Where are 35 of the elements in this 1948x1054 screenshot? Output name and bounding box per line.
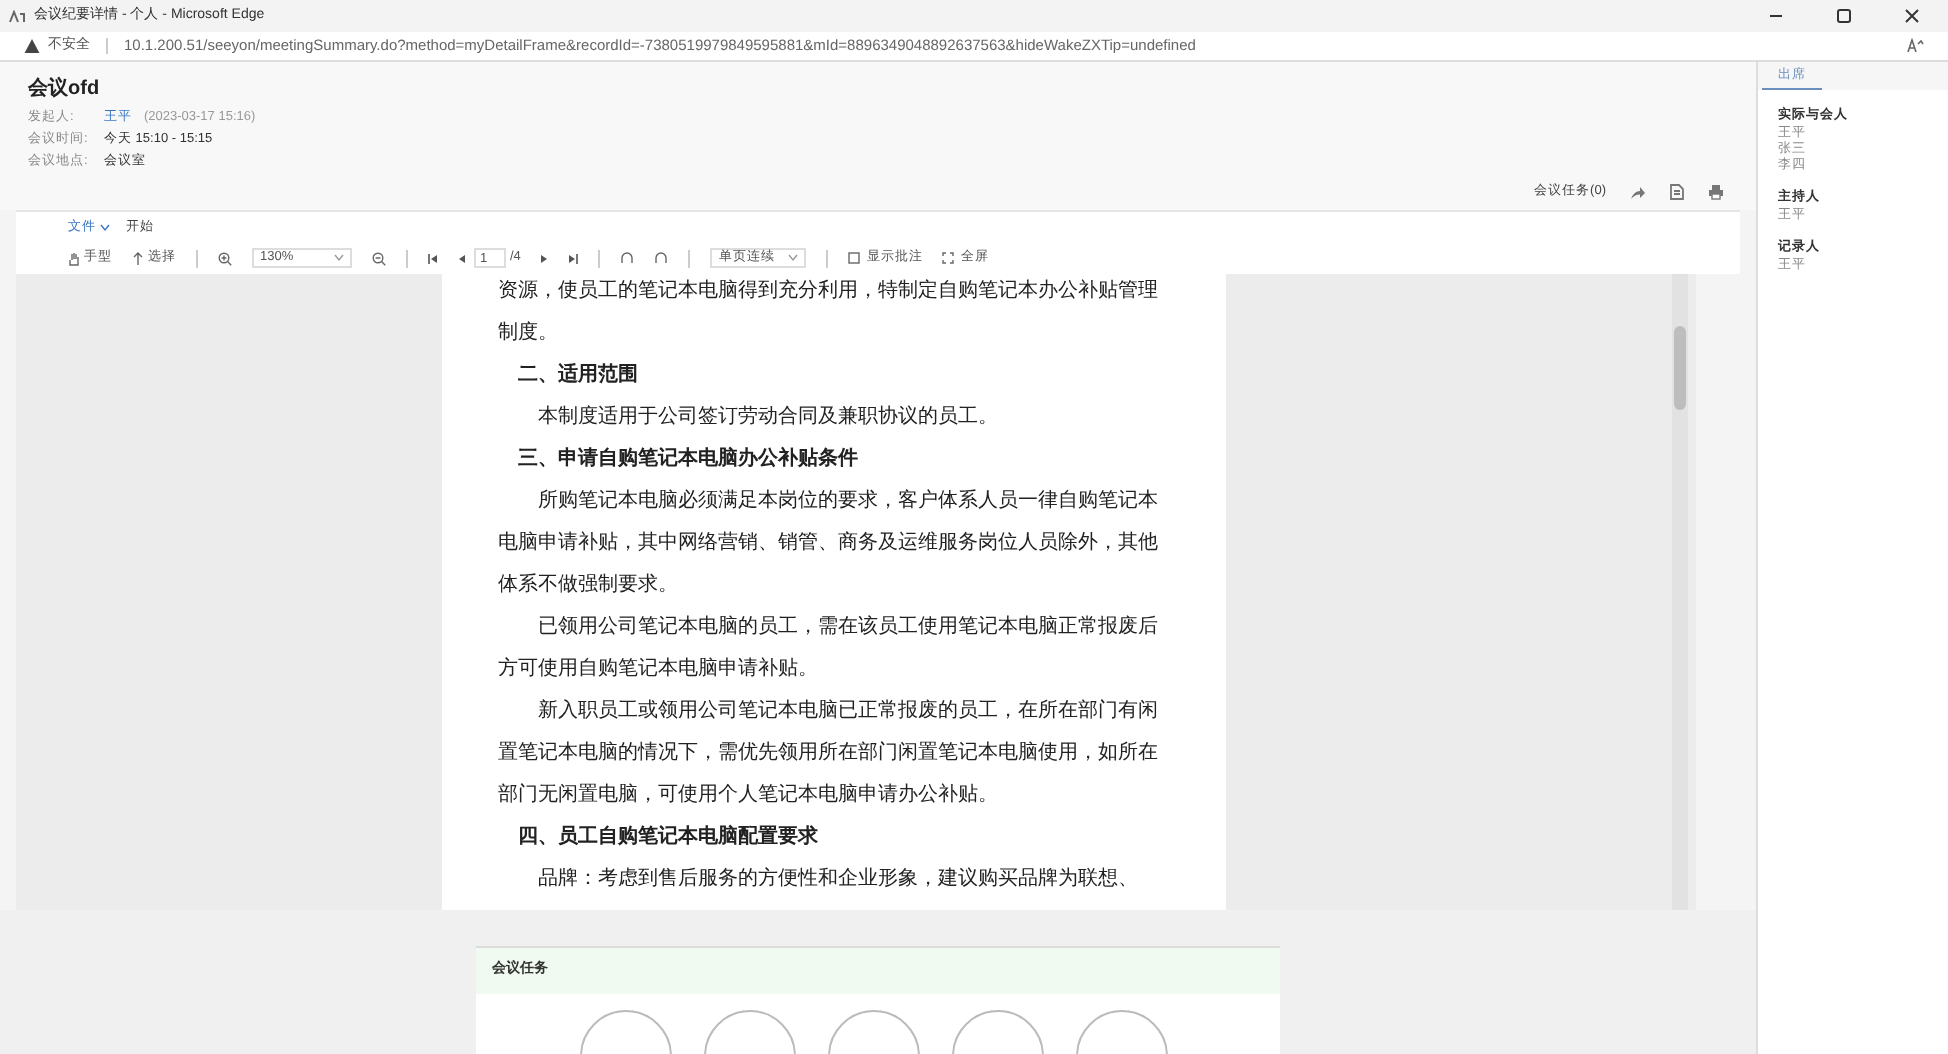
- last-page-icon[interactable]: [568, 253, 579, 263]
- paragraph: 新入职员工或领用公司笔记本电脑已正常报废的员工，在所在部门有闲置笔记本电脑的情况下，需优先领用所在部门闲置笔记本电脑使用，如所在部门无闲置电脑，可使用个人笔记本电脑申请办公补贴。: [498, 697, 1160, 810]
- hand-icon: [68, 251, 80, 265]
- close-icon[interactable]: [1904, 8, 1920, 24]
- section-heading: 四、员工自购笔记本电脑配置要求: [516, 822, 820, 852]
- section-heading: 二、适用范围: [516, 361, 640, 390]
- warning-icon: [24, 38, 40, 54]
- paragraph: 已领用公司笔记本电脑的员工，需在该员工使用笔记本电脑正常报废后方可使用自购笔记本电脑申请补贴。: [498, 613, 1160, 684]
- rotate-left-icon[interactable]: [620, 252, 635, 264]
- comment-icon: [848, 252, 861, 264]
- app-icon: [8, 9, 26, 23]
- chevron-down-icon: [334, 254, 344, 262]
- fullscreen-icon: [942, 252, 955, 264]
- share-icon[interactable]: [1630, 185, 1646, 200]
- document-icon[interactable]: [1670, 184, 1684, 201]
- read-aloud-icon[interactable]: [1906, 38, 1924, 54]
- meeting-title: 会议ofd: [28, 75, 102, 104]
- scrollbar-thumb[interactable]: [1674, 326, 1686, 410]
- print-icon[interactable]: [1708, 184, 1724, 201]
- rotate-right-icon[interactable]: [654, 252, 669, 264]
- first-page-icon[interactable]: [428, 253, 438, 263]
- paragraph: 所购笔记本电脑必须满足本岗位的要求，客户体系人员一律自购笔记本电脑申请补贴，其中网络营销、销管、商务及运维服务岗位人员除外，其他体系不做强制要求。: [498, 487, 1160, 600]
- previous-page-icon[interactable]: [458, 253, 466, 263]
- chevron-down-icon: [788, 254, 799, 262]
- zoom-out-icon[interactable]: [372, 251, 386, 265]
- section-heading: 三、申请自购笔记本电脑办公补贴条件: [516, 444, 860, 474]
- paragraph: 本制度适用于公司签订劳动合同及兼职协议的员工。: [536, 403, 1000, 432]
- scrollbar[interactable]: [1672, 274, 1688, 910]
- paragraph: 品牌：考虑到售后服务的方便性和企业形象，建议购买品牌为联想、: [536, 865, 1140, 894]
- paragraph: 资源，使员工的笔记本电脑得到充分利用，特制定自购笔记本办公补贴管理制度。: [498, 277, 1160, 348]
- chevron-down-icon: [100, 223, 110, 231]
- maximize-icon[interactable]: [1836, 8, 1852, 24]
- zoom-in-icon[interactable]: [218, 251, 232, 265]
- next-page-icon[interactable]: [540, 253, 549, 263]
- cursor-icon: [132, 251, 144, 265]
